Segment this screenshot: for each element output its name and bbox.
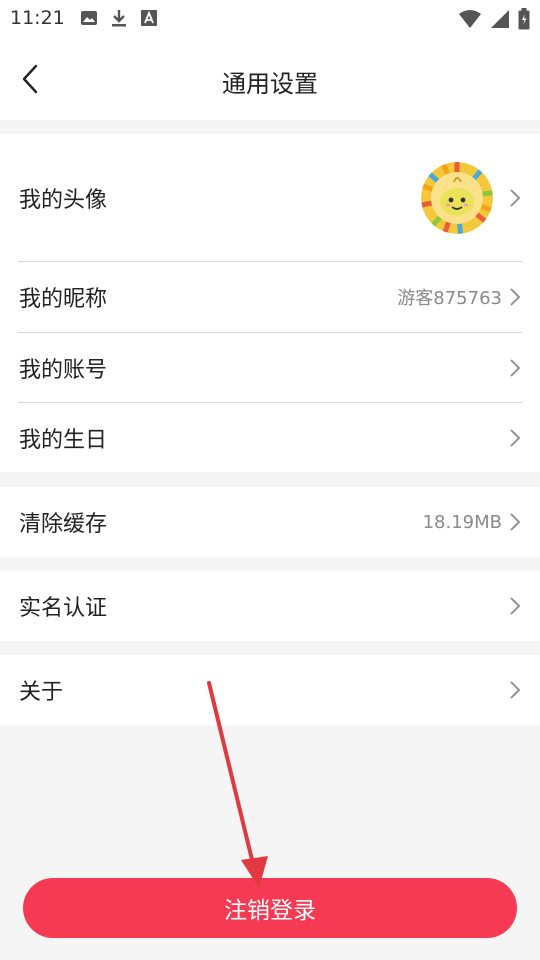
birthday-row[interactable]: 我的生日 — [0, 403, 540, 472]
chevron-right-icon — [510, 428, 521, 447]
avatar[interactable] — [421, 161, 493, 234]
account-label: 我的账号 — [19, 357, 108, 383]
about-row[interactable]: 关于 — [0, 655, 540, 725]
status-time: 11:21 — [10, 7, 65, 29]
chevron-right-icon — [510, 288, 521, 306]
chevron-right-icon — [510, 597, 521, 615]
about-section: 关于 — [0, 655, 540, 725]
nickname-row[interactable]: 我的昵称 游客875763 — [0, 262, 540, 332]
chevron-right-icon — [510, 188, 521, 207]
wifi-icon — [459, 10, 481, 28]
image-icon — [81, 11, 97, 25]
status-bar: 11:21 — [0, 0, 540, 38]
font-a-icon — [141, 10, 157, 26]
signal-icon — [491, 10, 509, 28]
verification-section: 实名认证 — [0, 571, 540, 641]
logout-button[interactable]: 注销登录 — [23, 878, 517, 938]
account-row[interactable]: 我的账号 — [0, 333, 540, 402]
cache-size-value: 18.19MB — [422, 511, 502, 533]
avatar-image — [421, 161, 493, 234]
chevron-right-icon — [510, 513, 521, 531]
profile-section: 我的头像 我的昵称 游客875763 我的账号 我的生日 — [0, 134, 540, 472]
clear-cache-row[interactable]: 清除缓存 18.19MB — [0, 487, 540, 557]
chevron-right-icon — [510, 358, 521, 377]
clear-cache-label: 清除缓存 — [19, 512, 108, 537]
chevron-right-icon — [510, 681, 521, 699]
about-label: 关于 — [19, 680, 64, 705]
download-icon — [112, 10, 126, 27]
status-icons-left — [80, 8, 158, 28]
cache-section: 清除缓存 18.19MB — [0, 487, 540, 557]
battery-icon — [518, 8, 530, 30]
birthday-label: 我的生日 — [19, 427, 108, 453]
avatar-row[interactable]: 我的头像 — [0, 134, 540, 261]
header: 通用设置 — [0, 38, 540, 120]
nickname-value: 游客875763 — [397, 288, 502, 309]
verification-row[interactable]: 实名认证 — [0, 571, 540, 641]
verification-label: 实名认证 — [19, 596, 108, 621]
avatar-label: 我的头像 — [19, 187, 108, 213]
status-icons-right — [458, 8, 530, 30]
page-title: 通用设置 — [222, 70, 318, 98]
nickname-label: 我的昵称 — [19, 287, 108, 312]
